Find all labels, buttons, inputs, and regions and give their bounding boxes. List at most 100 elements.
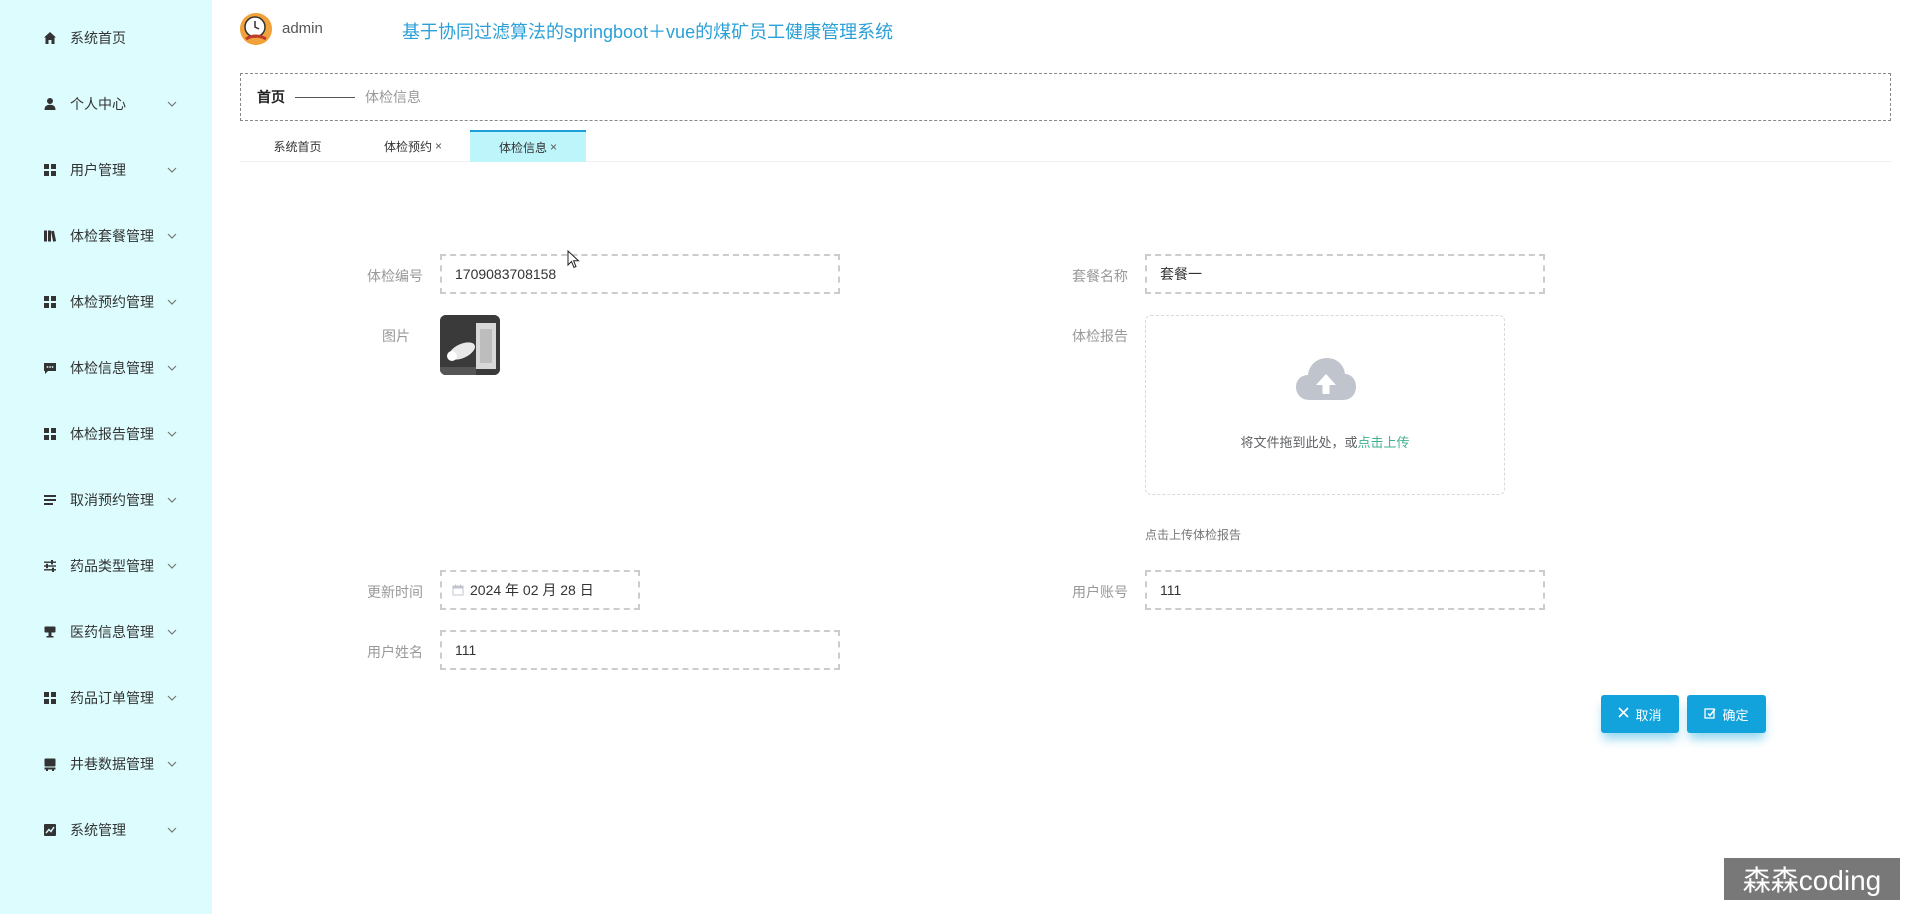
calendar-icon [452,584,464,596]
sidebar-item-label: 个人中心 [70,96,126,112]
chevron-down-icon [166,494,178,506]
sidebar-item-exam-report[interactable]: 体检报告管理 [0,414,212,454]
chevron-down-icon [166,758,178,770]
confirm-button[interactable]: 确定 [1687,695,1766,733]
upload-dropzone[interactable]: 将文件拖到此处，或点击上传 [1145,315,1505,495]
sidebar-item-label: 体检报告管理 [70,426,154,442]
sidebar-item-exam-package[interactable]: 体检套餐管理 [0,216,212,256]
sidebar-item-label: 井巷数据管理 [70,756,154,772]
sidebar-item-label: 系统首页 [70,30,126,46]
sidebar-item-label: 药品类型管理 [70,558,154,574]
cancel-button[interactable]: 取消 [1601,695,1679,733]
breadcrumb-current: 体检信息 [365,89,421,105]
app-title: 基于协同过滤算法的springboot＋vue的煤矿员工健康管理系统 [402,22,894,42]
database-icon [42,756,58,772]
tab-bar: 系统首页 体检预约 × 体检信息 × [240,128,1891,162]
upload-text: 将文件拖到此处，或点击上传 [1146,432,1504,451]
sidebar-item-drug-order[interactable]: 药品订单管理 [0,678,212,718]
chevron-down-icon [166,692,178,704]
sidebar-item-shaft-data[interactable]: 井巷数据管理 [0,744,212,784]
username[interactable]: admin [282,20,323,37]
sidebar-item-system-management[interactable]: 系统管理 [0,810,212,850]
sidebar-item-user-management[interactable]: 用户管理 [0,150,212,190]
update-time-picker[interactable]: 2024 年 02 月 28 日 [440,570,640,610]
chevron-down-icon [166,164,178,176]
chevron-down-icon [166,428,178,440]
breadcrumb-separator [295,96,355,98]
tab-exam-booking[interactable]: 体检预约 × [358,130,468,162]
sidebar-item-exam-booking[interactable]: 体检预约管理 [0,282,212,322]
sliders-icon [42,558,58,574]
user-name-field[interactable]: 111 [440,630,840,670]
cloud-upload-icon [1296,356,1356,402]
package-name-label: 套餐名称 [1072,268,1128,284]
chevron-down-icon [166,626,178,638]
watermark: 森森coding [1724,858,1900,900]
confirm-button-label: 确定 [1722,707,1749,723]
chat-icon [42,360,58,376]
grid-icon [42,162,58,178]
sidebar-item-label: 体检预约管理 [70,294,154,310]
package-name-field[interactable]: 套餐一 [1145,254,1545,294]
breadcrumb: 首页 体检信息 [240,73,1891,121]
upload-tip: 点击上传体检报告 [1145,528,1242,542]
sidebar-item-exam-info[interactable]: 体检信息管理 [0,348,212,388]
update-time-label: 更新时间 [367,584,423,600]
grid-icon [42,426,58,442]
edit-icon [1704,707,1717,722]
cancel-button-label: 取消 [1635,707,1662,723]
grid-icon [42,690,58,706]
sidebar-item-label: 用户管理 [70,162,126,178]
close-icon[interactable]: × [435,139,442,153]
exam-no-label: 体检编号 [367,268,423,284]
user-account-label: 用户账号 [1072,584,1128,600]
image-label: 图片 [382,328,410,344]
upload-hint: 将文件拖到此处，或 [1240,435,1358,450]
sidebar-item-cancel-booking[interactable]: 取消预约管理 [0,480,212,520]
exam-report-label: 体检报告 [1072,328,1128,344]
image-thumbnail[interactable] [440,315,500,375]
list-icon [42,492,58,508]
chevron-down-icon [166,824,178,836]
user-account-field[interactable]: 111 [1145,570,1545,610]
sidebar-item-personal-center[interactable]: 个人中心 [0,84,212,124]
sidebar-item-label: 取消预约管理 [70,492,154,508]
exam-no-value: 1709083708158 [455,266,557,282]
chevron-down-icon [166,296,178,308]
user-name-value: 111 [455,642,477,658]
chevron-down-icon [166,98,178,110]
sidebar: 系统首页 个人中心 用户管理 体检套餐管理 体检预约管理 体检信息管理 体检报告… [0,0,212,914]
upload-link[interactable]: 点击上传 [1358,435,1410,450]
update-time-value: 2024 年 02 月 28 日 [470,582,594,598]
sidebar-item-home[interactable]: 系统首页 [0,18,212,58]
sidebar-item-label: 医药信息管理 [70,624,154,640]
grid-icon [42,294,58,310]
sidebar-item-label: 药品订单管理 [70,690,154,706]
tab-label: 体检信息 [498,140,547,155]
close-icon [1618,707,1630,721]
sidebar-item-drug-type[interactable]: 药品类型管理 [0,546,212,586]
user-account-value: 111 [1160,582,1182,598]
tab-exam-info[interactable]: 体检信息 × [470,130,586,162]
tab-label: 体检预约 [383,139,432,154]
sidebar-item-label: 体检套餐管理 [70,228,154,244]
sidebar-item-label: 体检信息管理 [70,360,154,376]
pill-icon [42,624,58,640]
chart-icon [42,822,58,838]
user-icon [42,96,58,112]
avatar[interactable] [240,13,272,45]
exam-no-field[interactable]: 1709083708158 [440,254,840,294]
chevron-down-icon [166,230,178,242]
breadcrumb-home[interactable]: 首页 [257,87,285,107]
sidebar-item-label: 系统管理 [70,822,126,838]
book-icon [42,228,58,244]
chevron-down-icon [166,362,178,374]
home-icon [42,30,58,46]
tab-label: 系统首页 [273,139,322,154]
close-icon[interactable]: × [550,140,557,154]
chevron-down-icon [166,560,178,572]
package-name-value: 套餐一 [1160,266,1202,282]
sidebar-item-medicine-info[interactable]: 医药信息管理 [0,612,212,652]
mouse-cursor-icon [567,249,581,270]
tab-home[interactable]: 系统首页 [250,130,345,162]
